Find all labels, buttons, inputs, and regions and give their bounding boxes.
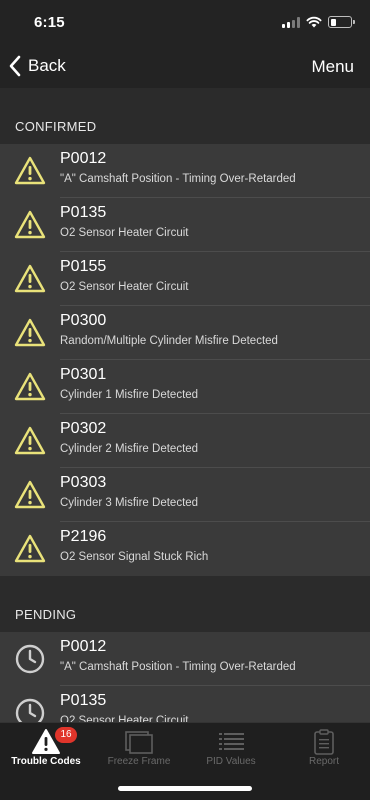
tab-label: Trouble Codes <box>11 756 81 767</box>
warning-icon <box>14 372 46 401</box>
trouble-code-description: "A" Camshaft Position - Timing Over-Reta… <box>60 173 296 185</box>
cellular-signal-icon <box>282 16 300 28</box>
code-row[interactable]: P0300 Random/Multiple Cylinder Misfire De… <box>0 306 370 360</box>
screen: 6:15 Back Menu CONFIRMED P0012 "A" Camsh… <box>0 0 370 800</box>
tab-report[interactable]: Report <box>278 723 370 781</box>
trouble-code: P2196 <box>60 528 107 545</box>
clipboard-icon <box>314 729 334 755</box>
tab-label: PID Values <box>206 756 256 767</box>
battery-icon <box>328 16 355 28</box>
trouble-codes-badge: 16 <box>55 727 77 743</box>
trouble-code: P0155 <box>60 258 107 275</box>
trouble-code: P0303 <box>60 474 107 491</box>
tab-trouble-codes[interactable]: 16 Trouble Codes <box>0 723 92 781</box>
trouble-code-description: Cylinder 1 Misfire Detected <box>60 389 199 401</box>
trouble-code-description: O2 Sensor Signal Stuck Rich <box>60 551 209 563</box>
warning-icon <box>14 156 46 185</box>
tab-label: Freeze Frame <box>107 756 171 767</box>
trouble-code: P0135 <box>60 204 107 221</box>
trouble-code: P0012 <box>60 638 107 655</box>
clock-icon <box>15 698 45 722</box>
warning-icon <box>14 480 46 509</box>
status-time: 6:15 <box>34 14 65 31</box>
trouble-code-description: Cylinder 2 Misfire Detected <box>60 443 199 455</box>
code-row[interactable]: P0012 "A" Camshaft Position - Timing Over… <box>0 144 370 198</box>
trouble-code: P0302 <box>60 420 107 437</box>
wifi-icon <box>306 16 322 28</box>
back-button[interactable]: Back <box>8 52 66 80</box>
trouble-code: P0300 <box>60 312 107 329</box>
trouble-code-description: Random/Multiple Cylinder Misfire Detecte… <box>60 335 278 347</box>
trouble-code-description: O2 Sensor Heater Circuit <box>60 715 189 722</box>
trouble-code: P0012 <box>60 150 107 167</box>
code-row[interactable]: P0135 O2 Sensor Heater Circuit <box>0 686 370 722</box>
warning-icon <box>14 210 46 239</box>
code-row[interactable]: P0012 "A" Camshaft Position - Timing Over… <box>0 632 370 686</box>
trouble-code-description: O2 Sensor Heater Circuit <box>60 227 189 239</box>
list-icon <box>219 733 244 750</box>
warning-icon <box>14 264 46 293</box>
freeze-frame-icon <box>125 731 153 754</box>
status-icons <box>282 16 355 28</box>
tab-freeze-frame[interactable]: Freeze Frame <box>93 723 185 781</box>
clock-icon <box>15 644 45 674</box>
home-indicator <box>118 786 252 791</box>
section-header-confirmed: CONFIRMED <box>15 119 97 134</box>
trouble-code-list[interactable]: CONFIRMED P0012 "A" Camshaft Position - T… <box>0 88 370 722</box>
code-row[interactable]: P0302 Cylinder 2 Misfire Detected <box>0 414 370 468</box>
trouble-code: P0301 <box>60 366 107 383</box>
chevron-left-icon <box>9 55 21 77</box>
trouble-code-description: Cylinder 3 Misfire Detected <box>60 497 199 509</box>
nav-bar: Back Menu <box>0 44 370 88</box>
tab-pid-values[interactable]: PID Values <box>185 723 277 781</box>
warning-icon <box>14 318 46 347</box>
code-row[interactable]: P2196 O2 Sensor Signal Stuck Rich <box>0 522 370 576</box>
code-row[interactable]: P0301 Cylinder 1 Misfire Detected <box>0 360 370 414</box>
section-header-pending: PENDING <box>15 607 77 622</box>
battery-level <box>330 18 337 26</box>
confirmed-code-list: P0012 "A" Camshaft Position - Timing Over… <box>0 144 370 576</box>
trouble-code-description: O2 Sensor Heater Circuit <box>60 281 189 293</box>
trouble-code: P0135 <box>60 692 107 709</box>
back-label: Back <box>28 56 66 75</box>
warning-icon <box>14 534 46 563</box>
warning-icon <box>14 426 46 455</box>
pending-code-list: P0012 "A" Camshaft Position - Timing Over… <box>0 632 370 722</box>
code-row[interactable]: P0155 O2 Sensor Heater Circuit <box>0 252 370 306</box>
code-row[interactable]: P0135 O2 Sensor Heater Circuit <box>0 198 370 252</box>
tab-label: Report <box>308 756 339 767</box>
status-bar: 6:15 <box>0 0 370 44</box>
code-row[interactable]: P0303 Cylinder 3 Misfire Detected <box>0 468 370 522</box>
menu-button[interactable]: Menu <box>311 57 354 77</box>
trouble-code-description: "A" Camshaft Position - Timing Over-Reta… <box>60 661 296 673</box>
